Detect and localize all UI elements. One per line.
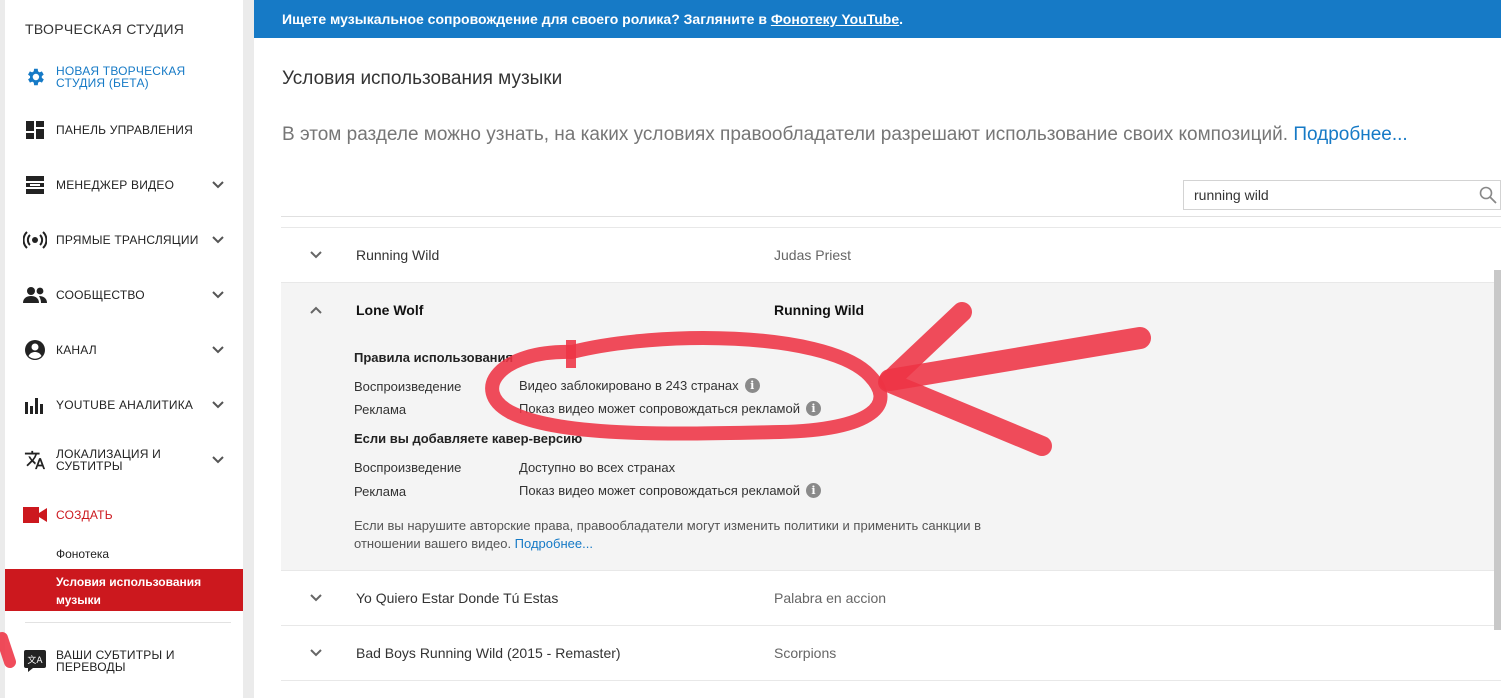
learn-more-link[interactable]: Подробнее... [515, 536, 593, 551]
copyright-note: Если вы нарушите авторские права, правоо… [354, 517, 1014, 553]
copyright-note-text: Если вы нарушите авторские права, правоо… [354, 518, 981, 551]
track-artist: Running Wild [774, 302, 865, 318]
translate-icon [23, 448, 47, 472]
info-banner: Ищете музыкальное сопровождение для свое… [254, 0, 1501, 38]
search-icon[interactable] [1479, 186, 1497, 204]
sidebar-subitem-label: Условия использования [56, 575, 202, 589]
scrollbar[interactable] [1494, 270, 1501, 630]
table-row[interactable]: Yo Quiero Estar Donde Tú Estas Palabra e… [281, 570, 1501, 626]
cover-playback-value: Доступно во всех странах [519, 460, 675, 475]
cover-ads-value: Показ видео может сопровождаться рекламо… [519, 483, 821, 498]
sidebar-subitem-audio-library[interactable]: Фонотека [5, 547, 243, 565]
search-input[interactable] [1184, 181, 1484, 209]
sidebar-item-label: СТУДИЯ (БЕТА) [56, 76, 149, 90]
playback-label: Воспроизведение [354, 379, 462, 394]
sidebar-item-label: ПРЯМЫЕ ТРАНСЛЯЦИИ [56, 233, 199, 247]
chevron-down-icon[interactable] [210, 397, 226, 413]
sidebar-subitem-music-policies[interactable]: Условия использования музыки [5, 569, 243, 611]
page-description-text: В этом разделе можно узнать, на каких ус… [282, 124, 1294, 145]
banner-text: Ищете музыкальное сопровождение для свое… [282, 11, 771, 27]
sidebar-item-localization[interactable]: ЛОКАЛИЗАЦИЯ И СУБТИТРЫ [5, 440, 243, 480]
sidebar-item-label: СООБЩЕСТВО [56, 288, 145, 302]
search-box [1183, 180, 1501, 210]
sidebar-item-your-subtitles[interactable]: 文A ВАШИ СУБТИТРЫ И ПЕРЕВОДЫ [5, 641, 243, 681]
live-icon [23, 228, 47, 252]
chevron-up-icon[interactable] [309, 303, 323, 317]
sidebar-item-create[interactable]: СОЗДАТЬ [5, 495, 243, 535]
chevron-down-icon[interactable] [309, 646, 323, 660]
chevron-down-icon[interactable] [210, 287, 226, 303]
main-content: Ищете музыкальное сопровождение для свое… [254, 0, 1501, 698]
cover-ads-value-text: Показ видео может сопровождаться рекламо… [519, 483, 800, 498]
sidebar-title: ТВОРЧЕСКАЯ СТУДИЯ [25, 21, 185, 37]
cover-ads-label: Реклама [354, 484, 407, 499]
community-icon [23, 283, 47, 307]
sidebar-item-video-manager[interactable]: МЕНЕДЖЕР ВИДЕО [5, 165, 243, 205]
sidebar-item-label: ПЕРЕВОДЫ [56, 660, 126, 674]
sidebar-item-new-studio[interactable]: НОВАЯ ТВОРЧЕСКАЯ СТУДИЯ (БЕТА) [5, 55, 243, 99]
sidebar-item-channel[interactable]: КАНАЛ [5, 330, 243, 370]
info-icon[interactable]: i [805, 483, 821, 498]
sidebar-subitem-label: Фонотека [56, 547, 110, 561]
sidebar-divider [25, 622, 231, 623]
track-title: Yo Quiero Estar Donde Tú Estas [356, 590, 559, 606]
banner-end: . [899, 11, 904, 27]
track-artist: Palabra en accion [774, 590, 887, 606]
table-row[interactable]: Running Wild Judas Priest [281, 227, 1501, 283]
table-top-divider [281, 216, 1501, 217]
sidebar-item-label: МЕНЕДЖЕР ВИДЕО [56, 178, 175, 192]
ads-value: Показ видео может сопровождаться рекламо… [519, 401, 821, 416]
cover-playback-label: Воспроизведение [354, 460, 462, 475]
sidebar-item-label: ПАНЕЛЬ УПРАВЛЕНИЯ [56, 123, 193, 137]
track-artist: Scorpions [774, 645, 837, 661]
sidebar-item-label: СУБТИТРЫ [56, 459, 123, 473]
track-title: Lone Wolf [356, 302, 424, 318]
page-description: В этом разделе можно узнать, на каких ус… [282, 124, 1408, 146]
gear-icon [23, 65, 47, 89]
sidebar-item-live[interactable]: ПРЯМЫЕ ТРАНСЛЯЦИИ [5, 220, 243, 260]
sidebar-subitem-label: музыки [56, 593, 101, 607]
channel-icon [23, 338, 47, 362]
chevron-down-icon[interactable] [309, 248, 323, 262]
analytics-icon [23, 393, 47, 417]
track-title: Bad Boys Running Wild (2015 - Remaster) [356, 645, 621, 661]
rules-heading: Правила использования [354, 350, 514, 365]
learn-more-link[interactable]: Подробнее... [1293, 124, 1407, 145]
ads-value-text: Показ видео может сопровождаться рекламо… [519, 401, 800, 416]
sidebar-item-label: КАНАЛ [56, 343, 97, 357]
sidebar-item-dashboard[interactable]: ПАНЕЛЬ УПРАВЛЕНИЯ [5, 110, 243, 150]
svg-text:文A: 文A [27, 654, 43, 666]
video-manager-icon [23, 173, 47, 197]
dashboard-icon [23, 118, 47, 142]
playback-value: Видео заблокировано в 243 странах i [519, 378, 760, 393]
subtitles-icon: 文A [23, 649, 47, 673]
track-artist: Judas Priest [774, 247, 852, 263]
track-title: Running Wild [356, 247, 440, 263]
chevron-down-icon[interactable] [210, 177, 226, 193]
sidebar-item-analytics[interactable]: YOUTUBE АНАЛИТИКА [5, 385, 243, 425]
chevron-down-icon[interactable] [210, 452, 226, 468]
sidebar-item-label: СОЗДАТЬ [56, 508, 113, 522]
camera-icon [23, 503, 47, 527]
info-icon[interactable]: i [805, 401, 821, 416]
playback-value-text: Видео заблокировано в 243 странах [519, 378, 739, 393]
ads-label: Реклама [354, 402, 407, 417]
chevron-down-icon[interactable] [309, 591, 323, 605]
cover-playback-value-text: Доступно во всех странах [519, 460, 676, 475]
chevron-down-icon[interactable] [210, 232, 226, 248]
page-title: Условия использования музыки [282, 68, 563, 89]
chevron-down-icon[interactable] [210, 342, 226, 358]
cover-heading: Если вы добавляете кавер-версию [354, 431, 583, 446]
info-icon[interactable]: i [744, 378, 760, 393]
sidebar-item-community[interactable]: СООБЩЕСТВО [5, 275, 243, 315]
sidebar: ТВОРЧЕСКАЯ СТУДИЯ НОВАЯ ТВОРЧЕСКАЯ СТУДИ… [5, 0, 243, 698]
table-row[interactable]: Bad Boys Running Wild (2015 - Remaster) … [281, 625, 1501, 681]
audio-library-link[interactable]: Фонотеку YouTube [771, 11, 899, 27]
table-divider [281, 680, 1501, 681]
table-row-expanded[interactable]: Lone Wolf Running Wild Правила использов… [281, 282, 1501, 570]
sidebar-item-label: YOUTUBE АНАЛИТИКА [56, 398, 194, 412]
